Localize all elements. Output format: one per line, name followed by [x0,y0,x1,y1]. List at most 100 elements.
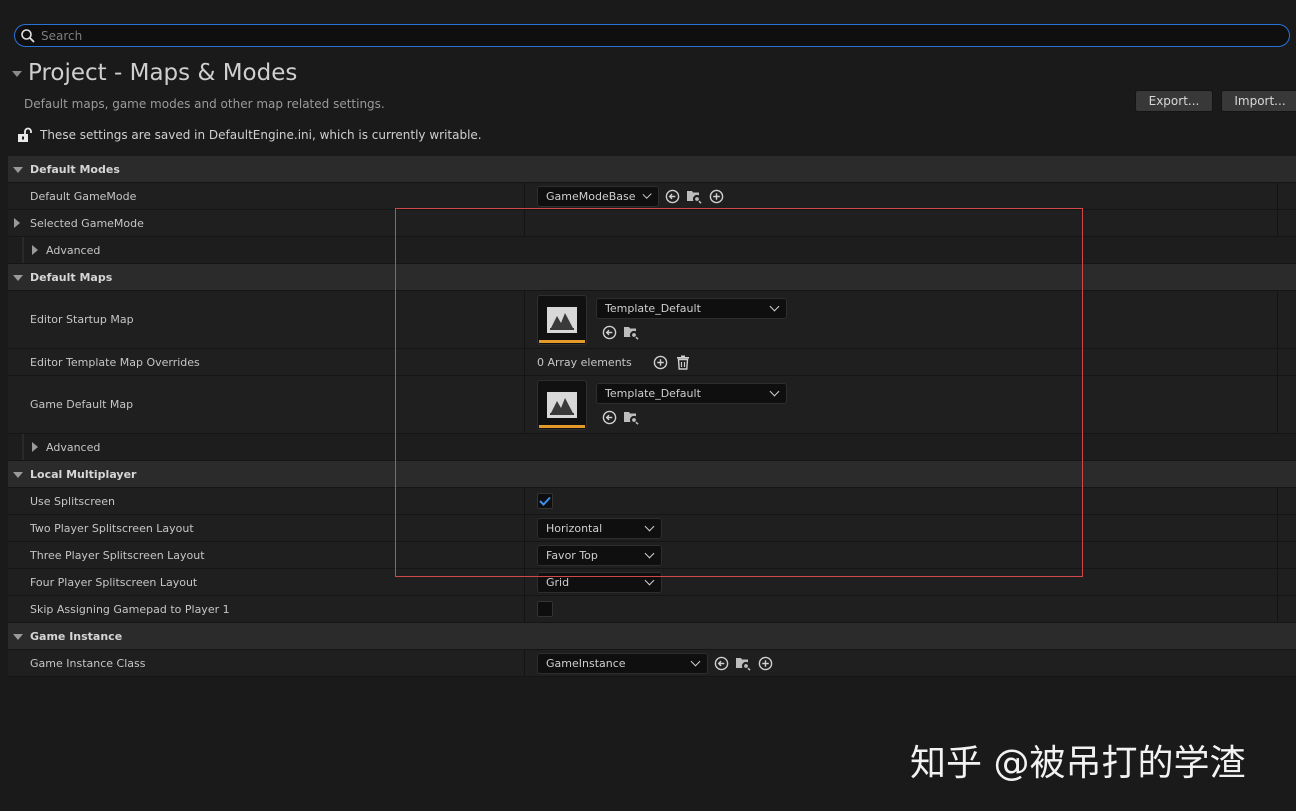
property-row-selected-gamemode[interactable]: Selected GameMode [8,210,1296,237]
advanced-row[interactable]: Advanced [8,434,1296,461]
column-splitter[interactable] [524,183,525,209]
browse-folder-icon[interactable] [622,409,640,427]
gamemode-dropdown[interactable]: GameModeBase [537,185,659,207]
column-splitter-right[interactable] [1277,291,1278,348]
column-splitter[interactable] [524,515,525,541]
property-label: Four Player Splitscreen Layout [30,576,198,589]
page-title: Project - Maps & Modes [28,60,298,86]
use-selected-icon[interactable] [600,409,618,427]
property-label: Editor Template Map Overrides [30,356,200,369]
category-default-maps[interactable]: Default Maps [8,264,1296,291]
indent-guide [22,434,24,460]
expanded-caret-icon[interactable] [13,275,23,281]
column-splitter[interactable] [524,349,525,375]
search-icon [21,28,35,43]
property-row-game-default-map: Game Default Map Template_Default [8,376,1296,434]
property-row-two-player-layout: Two Player Splitscreen Layout Horizontal [8,515,1296,542]
column-splitter-right[interactable] [1277,596,1278,622]
column-splitter[interactable] [524,376,525,433]
export-button[interactable]: Export... [1135,90,1213,112]
dropdown-value: Template_Default [605,386,701,400]
asset-type-bar [539,339,585,343]
property-label: Game Default Map [30,398,134,411]
column-splitter-right[interactable] [1277,376,1278,433]
chevron-down-icon [769,386,780,396]
dropdown-value: GameModeBase [546,189,636,203]
dropdown-value: Grid [546,575,570,589]
search-bar[interactable] [14,24,1290,47]
collapsed-caret-icon[interactable] [32,442,38,452]
browse-folder-icon[interactable] [622,324,640,342]
collapse-caret-icon[interactable] [12,71,22,77]
add-icon[interactable] [707,187,725,205]
property-label: Selected GameMode [30,217,144,230]
category-local-multiplayer[interactable]: Local Multiplayer [8,461,1296,488]
column-splitter-right[interactable] [1277,569,1278,595]
map-dropdown[interactable]: Template_Default [596,297,787,319]
expanded-caret-icon[interactable] [13,472,23,478]
indent-guide [22,237,24,263]
browse-folder-icon[interactable] [685,187,703,205]
chevron-down-icon [641,189,652,199]
property-grid: Default Modes Default GameMode GameModeB… [8,156,1296,677]
search-input[interactable] [41,28,1241,43]
game-instance-dropdown[interactable]: GameInstance [537,652,708,674]
three-player-layout-dropdown[interactable]: Favor Top [537,544,662,566]
four-player-layout-dropdown[interactable]: Grid [537,571,662,593]
map-icon [547,391,577,418]
use-selected-icon[interactable] [712,654,730,672]
column-splitter[interactable] [524,210,525,236]
map-thumbnail[interactable] [537,379,587,430]
column-splitter[interactable] [524,596,525,622]
property-row-game-instance-class: Game Instance Class GameInstance [8,650,1296,677]
add-element-icon[interactable] [652,353,670,371]
property-label: Editor Startup Map [30,313,134,326]
use-selected-icon[interactable] [663,187,681,205]
skip-gamepad-checkbox[interactable] [537,601,553,617]
import-button[interactable]: Import... [1221,90,1296,112]
column-splitter-right[interactable] [1277,515,1278,541]
column-splitter[interactable] [524,291,525,348]
column-splitter-right[interactable] [1277,349,1278,375]
chevron-down-icon [644,575,655,585]
category-default-modes[interactable]: Default Modes [8,156,1296,183]
property-label: Three Player Splitscreen Layout [30,549,205,562]
column-splitter-right[interactable] [1277,542,1278,568]
unlocked-lock-icon [18,127,32,142]
property-row-use-splitscreen: Use Splitscreen [8,488,1296,515]
dropdown-value: Horizontal [546,521,603,535]
column-splitter-right[interactable] [1277,183,1278,209]
column-splitter[interactable] [524,542,525,568]
collapsed-caret-icon[interactable] [32,245,38,255]
dropdown-value: Template_Default [605,301,701,315]
map-thumbnail[interactable] [537,294,587,345]
category-game-instance[interactable]: Game Instance [8,623,1296,650]
column-splitter-right[interactable] [1277,210,1278,236]
use-splitscreen-checkbox[interactable] [537,493,553,509]
column-splitter[interactable] [524,650,525,676]
collapsed-caret-icon[interactable] [14,218,20,228]
checkmark-icon [539,496,551,506]
watermark: 知乎 @被吊打的学渣 [910,743,1246,784]
browse-folder-icon[interactable] [734,654,752,672]
column-splitter[interactable] [524,488,525,514]
property-label: Skip Assigning Gamepad to Player 1 [30,603,230,616]
advanced-label: Advanced [46,441,101,454]
chevron-down-icon [769,301,780,311]
trash-icon[interactable] [674,353,692,371]
map-dropdown[interactable]: Template_Default [596,382,787,404]
column-splitter[interactable] [524,569,525,595]
property-row-three-player-layout: Three Player Splitscreen Layout Favor To… [8,542,1296,569]
column-splitter-right[interactable] [1277,488,1278,514]
dropdown-value: Favor Top [546,548,598,562]
advanced-row[interactable]: Advanced [8,237,1296,264]
chevron-down-icon [644,548,655,558]
chevron-down-icon [644,521,655,531]
two-player-layout-dropdown[interactable]: Horizontal [537,517,662,539]
use-selected-icon[interactable] [600,324,618,342]
expanded-caret-icon[interactable] [13,634,23,640]
category-label: Default Maps [30,271,113,284]
add-icon[interactable] [756,654,774,672]
expanded-caret-icon[interactable] [13,167,23,173]
property-row-editor-startup-map: Editor Startup Map Template_Default [8,291,1296,349]
